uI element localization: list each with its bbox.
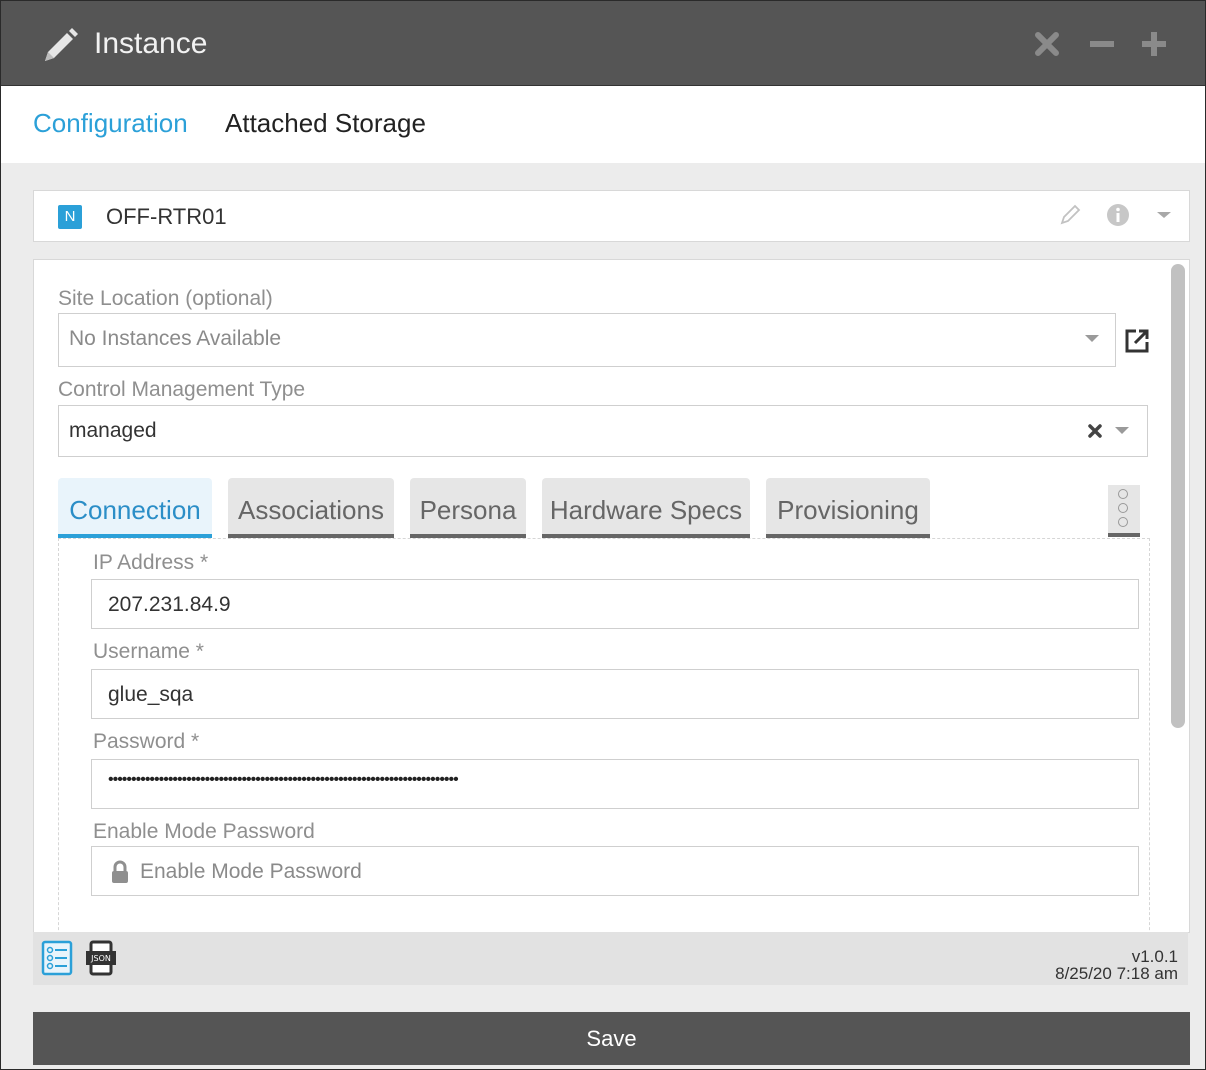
node-badge: N: [58, 205, 82, 229]
status-footer: JSON v1.0.1 8/25/20 7:18 am: [33, 932, 1188, 985]
version-info: v1.0.1 8/25/20 7:18 am: [1055, 948, 1178, 982]
svg-text:JSON: JSON: [90, 954, 111, 963]
version-number: v1.0.1: [1131, 947, 1178, 966]
control-management-label: Control Management Type: [58, 378, 306, 401]
more-dot: [1118, 503, 1128, 513]
ip-address-value: 207.231.84.9: [108, 593, 231, 616]
instance-header[interactable]: N OFF-RTR01: [33, 190, 1190, 242]
lock-icon: [112, 860, 128, 883]
password-label: Password *: [93, 730, 200, 753]
top-tab-bar: Configuration Attached Storage: [1, 86, 1205, 163]
enable-mode-password-label: Enable Mode Password: [93, 820, 315, 843]
tab-hardware-specs[interactable]: Hardware Specs: [542, 478, 750, 538]
info-icon[interactable]: [1106, 203, 1130, 227]
control-management-value: managed: [69, 419, 157, 442]
password-value: ••••••••••••••••••••••••••••••••••••••••…: [108, 771, 459, 788]
site-location-select[interactable]: No Instances Available: [58, 313, 1116, 367]
instance-form: Site Location (optional) No Instances Av…: [33, 259, 1190, 933]
ip-address-input[interactable]: 207.231.84.9: [91, 579, 1139, 629]
control-management-select[interactable]: managed: [58, 405, 1148, 457]
more-dot: [1118, 517, 1128, 527]
instance-name: OFF-RTR01: [106, 204, 227, 229]
close-icon[interactable]: [1034, 31, 1060, 57]
username-value: glue_sqa: [108, 683, 194, 706]
save-button[interactable]: Save: [33, 1012, 1190, 1065]
tab-attached-storage[interactable]: Attached Storage: [225, 108, 426, 139]
chevron-down-icon: [1085, 335, 1099, 342]
ip-address-label: IP Address *: [93, 551, 209, 574]
title-bar: Instance: [1, 1, 1205, 86]
scrollbar-thumb[interactable]: [1171, 264, 1185, 728]
form-view-icon[interactable]: [41, 940, 73, 976]
more-dot: [1118, 489, 1128, 499]
maximize-icon[interactable]: [1141, 31, 1167, 57]
enable-mode-password-input[interactable]: Enable Mode Password: [91, 846, 1139, 896]
tab-connection[interactable]: Connection: [58, 478, 212, 538]
connection-panel: IP Address * 207.231.84.9 Username * glu…: [58, 538, 1150, 932]
chevron-down-icon[interactable]: [1152, 203, 1176, 227]
username-input[interactable]: glue_sqa: [91, 669, 1139, 719]
site-location-value: No Instances Available: [69, 327, 282, 350]
pencil-icon: [45, 28, 78, 61]
version-timestamp: 8/25/20 7:18 am: [1055, 964, 1178, 983]
username-label: Username *: [93, 640, 204, 663]
clear-icon[interactable]: [1087, 423, 1103, 439]
window-title: Instance: [94, 27, 208, 60]
enable-mode-password-placeholder: Enable Mode Password: [140, 860, 362, 883]
site-location-label: Site Location (optional): [58, 287, 273, 310]
tab-provisioning[interactable]: Provisioning: [766, 478, 930, 538]
tab-associations[interactable]: Associations: [228, 478, 394, 538]
tab-configuration[interactable]: Configuration: [33, 108, 188, 139]
password-input[interactable]: ••••••••••••••••••••••••••••••••••••••••…: [91, 759, 1139, 809]
minimize-icon[interactable]: [1089, 31, 1115, 57]
instance-window: Instance Configuration Attached Storage …: [0, 0, 1206, 1070]
json-view-icon[interactable]: JSON: [85, 940, 117, 976]
tab-persona[interactable]: Persona: [410, 478, 526, 538]
more-tabs-button[interactable]: [1108, 485, 1140, 537]
chevron-down-icon: [1115, 427, 1129, 434]
edit-pencil-icon[interactable]: [1058, 203, 1082, 227]
external-link-icon[interactable]: [1124, 328, 1150, 354]
